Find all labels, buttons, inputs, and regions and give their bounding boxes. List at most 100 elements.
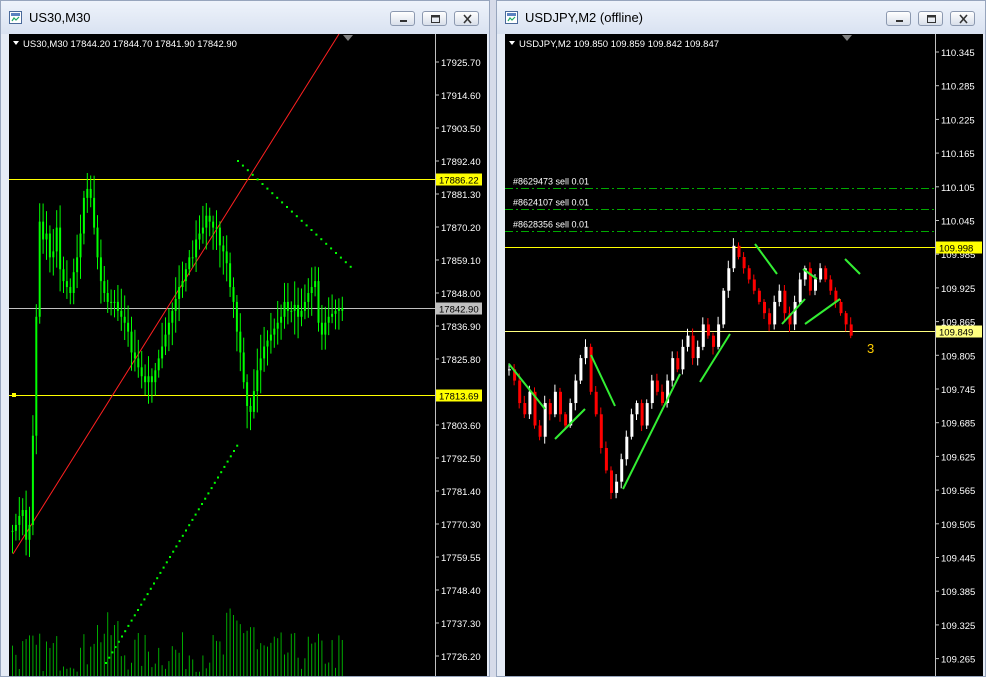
candle-body xyxy=(144,376,147,383)
candle-body xyxy=(615,481,619,493)
candle-body xyxy=(528,391,532,415)
order-label: #8628356 sell 0.01 xyxy=(513,220,589,230)
price-tick-label: 17870.20 xyxy=(441,223,481,234)
price-tick-label: 17803.60 xyxy=(441,421,481,432)
candle-body xyxy=(620,459,624,482)
candle-body xyxy=(76,257,79,273)
chart-window-icon xyxy=(505,11,518,24)
candle-body xyxy=(256,370,259,392)
candle-body xyxy=(681,346,685,370)
psar-dot xyxy=(172,550,175,553)
maximize-button[interactable] xyxy=(918,11,943,26)
psar-dot xyxy=(162,566,165,569)
us30-chart-window: US30,M30 17925.70 17914.60 17903.50 17892.4… xyxy=(0,0,490,677)
usdjpy-chart-window: USDJPY,M2 (offline) 110.345 110.285 110.22… xyxy=(496,0,986,677)
candle-body xyxy=(249,405,252,412)
psar-dot xyxy=(133,614,136,617)
candle-body xyxy=(341,307,344,311)
candle-body xyxy=(18,515,21,525)
candle-body xyxy=(103,281,106,293)
candle-body xyxy=(276,322,279,329)
candle-body xyxy=(263,346,266,359)
candle-body xyxy=(819,268,823,280)
candle-body xyxy=(42,221,45,240)
price-tick-label: 17748.40 xyxy=(441,586,481,597)
window-titlebar[interactable]: US30,M30 xyxy=(1,1,489,34)
candle-body xyxy=(701,324,705,347)
psar-dot xyxy=(111,651,114,654)
psar-dot xyxy=(207,492,210,495)
candle-body xyxy=(768,313,772,325)
candle-body xyxy=(747,268,751,280)
psar-dot xyxy=(295,215,298,218)
indicator-line xyxy=(844,258,861,275)
order-label: #8629473 sell 0.01 xyxy=(513,177,589,187)
candle-body xyxy=(508,369,511,371)
chart-shift-marker xyxy=(842,35,852,41)
usdjpy-chart-area[interactable]: 110.345 110.285 110.225 110.165 110.105 110.0… xyxy=(505,34,983,676)
candle-body xyxy=(65,281,68,288)
candle-body xyxy=(99,257,102,282)
candle-body xyxy=(130,331,133,353)
candle-body xyxy=(242,352,245,383)
price-tick-label: 109.265 xyxy=(941,655,975,666)
price-tick-label: 110.285 xyxy=(941,82,975,93)
candle-body xyxy=(727,268,731,291)
order-label: #8624107 sell 0.01 xyxy=(513,198,589,208)
dropdown-arrow-icon xyxy=(13,41,19,45)
price-tick-label: 110.045 xyxy=(941,217,975,228)
price-label-text: 109.849 xyxy=(939,328,973,339)
candle-body xyxy=(225,251,228,264)
us30-chart-area[interactable]: 17925.70 17914.60 17903.50 17892.40 17881.30… xyxy=(9,34,487,676)
candle-body xyxy=(778,290,782,302)
psar-dot xyxy=(246,169,249,172)
minimize-button[interactable] xyxy=(886,11,911,26)
candle-body xyxy=(589,346,593,392)
candle-body xyxy=(303,301,306,311)
close-button[interactable] xyxy=(454,11,479,26)
candle-body xyxy=(640,403,644,426)
psar-dot xyxy=(149,587,152,590)
indicator-line xyxy=(804,298,841,325)
candle-body xyxy=(579,358,583,381)
window-title: US30,M30 xyxy=(29,10,91,25)
minimize-button[interactable] xyxy=(390,11,415,26)
candle-body xyxy=(69,287,72,293)
psar-dot xyxy=(105,662,107,664)
candle-body xyxy=(96,227,99,258)
candle-body xyxy=(252,391,255,412)
psar-dot xyxy=(127,624,130,627)
candle-body xyxy=(215,227,218,229)
candle-body xyxy=(62,269,65,282)
candle-body xyxy=(218,227,221,246)
price-tick-label: 17825.80 xyxy=(441,355,481,366)
candle-body xyxy=(82,197,85,234)
psar-dot xyxy=(335,252,337,254)
psar-dot xyxy=(237,160,239,162)
price-tick-label: 17881.30 xyxy=(441,190,481,201)
psar-dot xyxy=(236,444,239,447)
candle-body xyxy=(604,447,608,471)
candle-body xyxy=(110,301,113,303)
symbol-info: USDJPY,M2 109.850 109.859 109.842 109.84… xyxy=(519,39,719,50)
psar-dot xyxy=(143,598,146,601)
candle-body xyxy=(814,279,817,291)
usdjpy-chart-canvas[interactable]: 110.345 110.285 110.225 110.165 110.105 110.0… xyxy=(505,34,983,676)
psar-dot xyxy=(271,192,274,195)
candle-body xyxy=(273,328,276,335)
close-button[interactable] xyxy=(950,11,975,26)
window-titlebar[interactable]: USDJPY,M2 (offline) xyxy=(497,1,985,34)
psar-dot xyxy=(220,471,223,474)
candle-body xyxy=(334,310,337,314)
maximize-button[interactable] xyxy=(422,11,447,26)
psar-dot xyxy=(197,508,200,511)
price-tick-label: 109.385 xyxy=(941,587,975,598)
psar-dot xyxy=(276,196,279,199)
candle-body xyxy=(79,233,82,258)
psar-dot xyxy=(251,173,254,176)
price-tick-label: 17892.40 xyxy=(441,157,481,168)
candle-body xyxy=(113,301,116,303)
psar-dot xyxy=(194,513,197,516)
candle-body xyxy=(327,316,330,323)
us30-chart-canvas[interactable]: 17925.70 17914.60 17903.50 17892.40 17881.30… xyxy=(9,34,487,676)
